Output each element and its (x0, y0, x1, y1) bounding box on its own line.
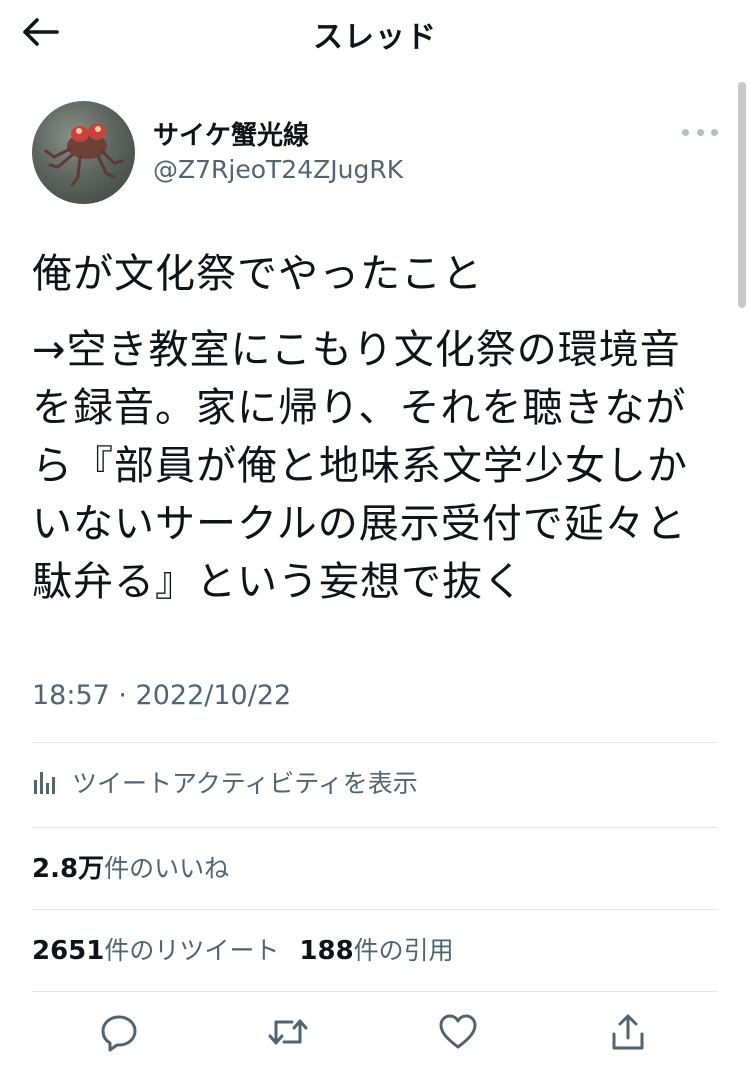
retweet-button[interactable] (264, 1008, 312, 1056)
tweet-line: 駄弁る』という妄想で抜く (32, 559, 524, 605)
quotes-stat[interactable]: 188 件の引用 (299, 931, 453, 967)
more-options-button[interactable] (682, 122, 718, 142)
tweet-line: ら『部員が俺と地味系文学少女しか (32, 443, 688, 489)
comment-icon (101, 1015, 137, 1052)
more-dot-icon (711, 128, 718, 136)
tweet-line: いないサークルの展示受付で延々と (32, 501, 687, 547)
tweet-line: を録音。家に帰り、それを聴きなが (32, 385, 687, 431)
tweet-activity-label: ツイートアクティビティを表示 (72, 769, 418, 798)
likes-stat-row: 2.8万 件のいいね (32, 848, 229, 888)
top-bar: スレッド (0, 0, 750, 64)
divider (32, 991, 718, 992)
likes-label: 件のいいね (104, 854, 230, 883)
likes-stat[interactable]: 2.8万 件のいいね (32, 848, 229, 885)
divider (32, 742, 718, 743)
avatar[interactable] (32, 101, 135, 204)
more-dot-icon (682, 128, 689, 136)
reply-button[interactable] (95, 1008, 143, 1056)
author-handle[interactable]: @Z7RjeoT24ZJugRK (153, 155, 403, 184)
more-dot-icon (696, 128, 704, 136)
divider (32, 909, 718, 910)
retweet-icon (268, 1019, 308, 1045)
retweets-count: 2651 (32, 936, 105, 966)
likes-count: 2.8万 (32, 854, 105, 884)
tweet-text: 俺が文化祭でやったこと →空き教室にこもり文化祭の環境音 を録音。家に帰り、それ… (32, 245, 722, 611)
retweets-stat[interactable]: 2651 件のリツイート (32, 931, 279, 967)
like-button[interactable] (434, 1008, 482, 1056)
tweet-line: 俺が文化祭でやったこと (32, 251, 483, 297)
share-icon (612, 1014, 644, 1050)
share-button[interactable] (604, 1008, 652, 1056)
tweet-activity-link[interactable]: ツイートアクティビティを表示 (32, 762, 418, 802)
page-title: スレッド (313, 20, 437, 55)
divider (32, 827, 718, 828)
quotes-count: 188 (299, 936, 354, 966)
author-display-name[interactable]: サイケ蟹光線 (153, 115, 309, 152)
heart-icon (439, 1014, 477, 1049)
scrollbar[interactable] (738, 82, 746, 308)
tweet-line: →空き教室にこもり文化祭の環境音 (32, 327, 681, 373)
crab-avatar (44, 124, 124, 187)
tweet-action-bar (0, 1008, 750, 1060)
tweet-timestamp[interactable]: 18:57 · 2022/10/22 (32, 680, 291, 711)
retweet-stat-row: 2651 件のリツイート 188 件の引用 (32, 931, 454, 971)
quotes-label: 件の引用 (353, 936, 454, 965)
bar-chart-icon (34, 772, 55, 794)
retweets-label: 件のリツイート (104, 936, 280, 965)
